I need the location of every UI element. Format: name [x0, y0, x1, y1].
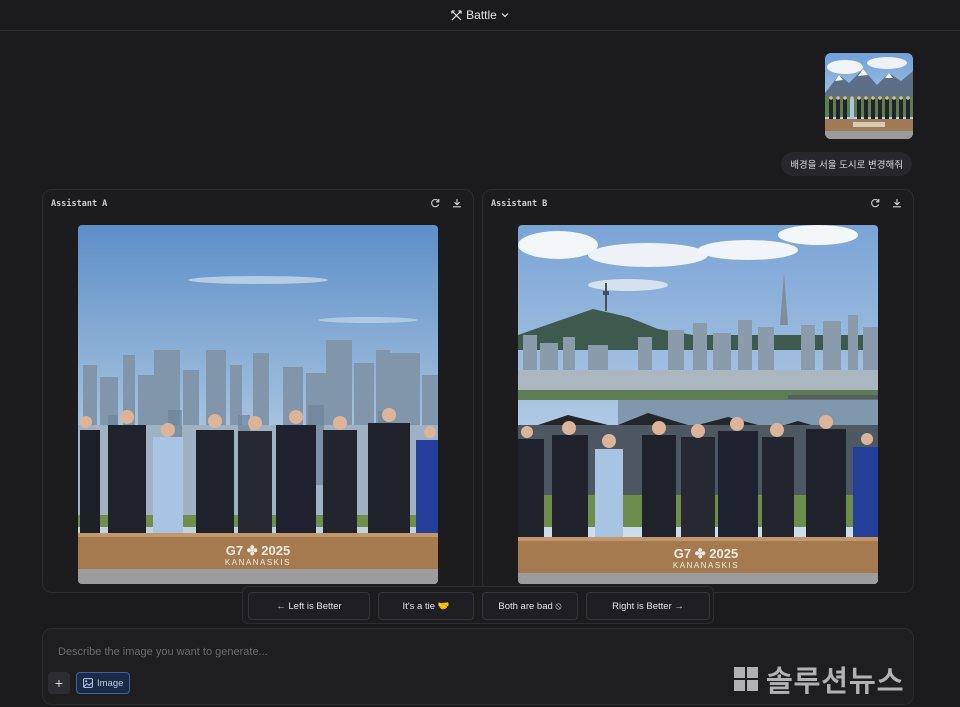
- image-toggle-label: Image: [97, 677, 124, 689]
- assistant-b-panel: Assistant B G7 ✤ 2025 KANANASKIS: [482, 189, 914, 593]
- mode-label: Battle: [466, 8, 497, 22]
- user-image-art: [825, 53, 913, 139]
- plus-icon: +: [54, 675, 64, 691]
- download-icon[interactable]: [451, 197, 463, 209]
- watermark-text: 솔루션뉴스: [766, 664, 905, 698]
- refresh-icon[interactable]: [869, 197, 881, 209]
- assistant-a-stage-text-2: KANANASKIS: [225, 558, 291, 567]
- user-prompt-bubble: 배경을 서울 도시로 변경해줘: [781, 152, 912, 176]
- tie-button[interactable]: It's a tie 🤝: [378, 592, 474, 620]
- assistant-b-image[interactable]: G7 ✤ 2025 KANANASKIS: [518, 225, 878, 584]
- user-prompt-text: 배경을 서울 도시로 변경해줘: [790, 160, 903, 171]
- assistant-a-panel: Assistant A G7 ✤ 2025 KANANASKIS: [42, 189, 474, 593]
- add-attachment-button[interactable]: +: [48, 672, 70, 694]
- assistant-a-image[interactable]: G7 ✤ 2025 KANANASKIS: [78, 225, 438, 584]
- watermark-logo-icon: [734, 667, 758, 691]
- vote-bar: ← Left is Better It's a tie 🤝 Both are b…: [242, 586, 714, 624]
- download-icon[interactable]: [891, 197, 903, 209]
- left-is-better-button[interactable]: ← Left is Better: [248, 592, 370, 620]
- both-bad-button[interactable]: Both are bad ⦸: [482, 592, 578, 620]
- image-icon: [83, 678, 93, 688]
- mode-selector-button[interactable]: Battle: [451, 8, 509, 22]
- assistant-b-stage-text-1: G7 ✤ 2025: [674, 546, 738, 561]
- watermark: 솔루션뉴스: [734, 658, 904, 700]
- prompt-input[interactable]: [56, 643, 660, 661]
- assistant-a-image-art: G7 ✤ 2025 KANANASKIS: [78, 225, 438, 584]
- image-mode-toggle[interactable]: Image: [76, 672, 131, 694]
- chevron-down-icon: [501, 13, 509, 18]
- refresh-icon[interactable]: [429, 197, 441, 209]
- assistant-b-title: Assistant B: [491, 199, 548, 209]
- assistant-a-stage-text-1: G7 ✤ 2025: [226, 543, 290, 558]
- right-is-better-button[interactable]: Right is Better →: [586, 592, 710, 620]
- user-uploaded-image[interactable]: [825, 53, 913, 139]
- top-bar: Battle: [0, 0, 960, 31]
- swords-icon: [451, 9, 462, 21]
- assistant-b-stage-text-2: KANANASKIS: [673, 561, 739, 570]
- assistant-a-title: Assistant A: [51, 199, 108, 209]
- assistant-b-image-art: G7 ✤ 2025 KANANASKIS: [518, 225, 878, 584]
